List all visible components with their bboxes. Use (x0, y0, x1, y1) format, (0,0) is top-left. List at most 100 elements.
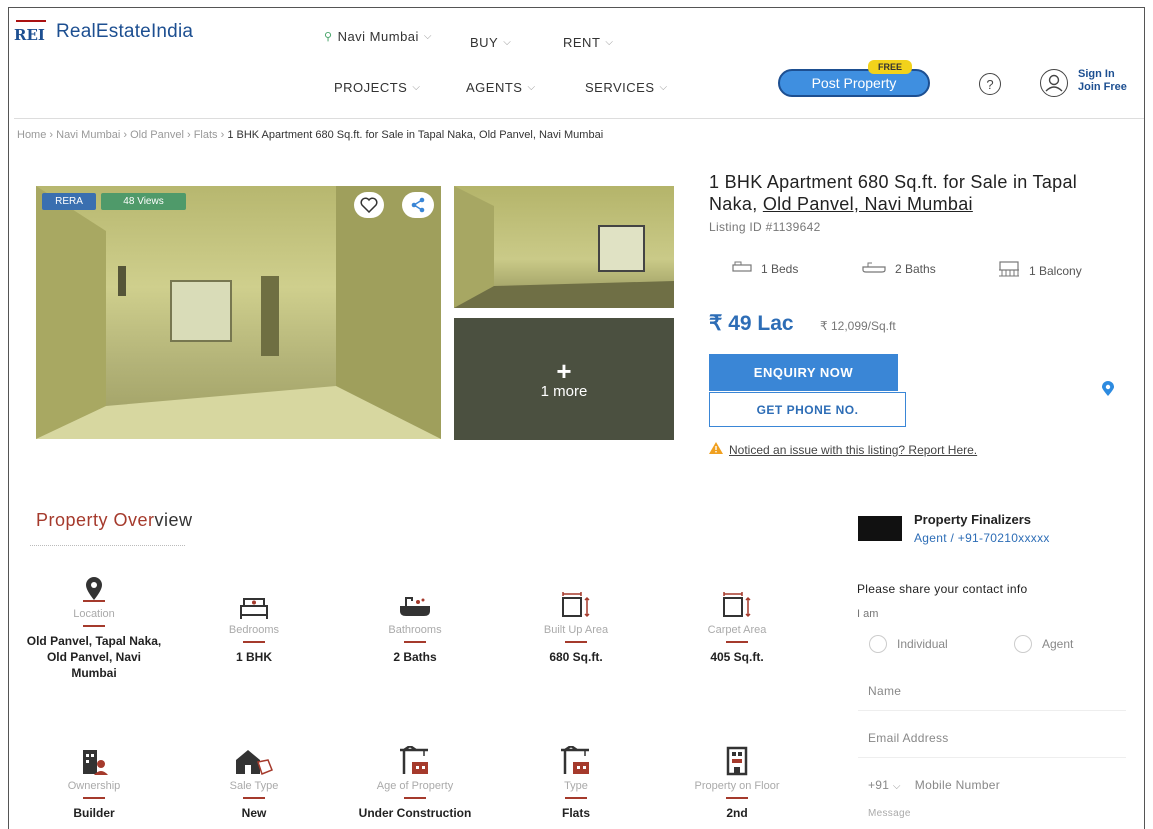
favorite-heart-icon[interactable] (354, 192, 384, 218)
breadcrumb-type[interactable]: Flats (194, 129, 218, 141)
chevron-down-icon: ⌵ (659, 82, 668, 93)
bed-icon (184, 586, 324, 620)
overview-label: Carpet Area (707, 624, 767, 636)
help-icon[interactable]: ? (979, 73, 1001, 95)
get-phone-button[interactable]: GET PHONE NO. (709, 392, 906, 427)
overview-value: 680 Sq.ft. (549, 650, 603, 664)
nav-agents[interactable]: AGENTS ⌵ (466, 80, 536, 95)
overview-built-up-area: Built Up Area 680 Sq.ft. (506, 586, 646, 665)
radio-agent[interactable]: Agent (1014, 635, 1073, 653)
logo-text: RealEstateIndia (56, 21, 194, 42)
more-photos-label: 1 more (540, 382, 588, 400)
overview-underline (404, 797, 426, 799)
overview-label: Ownership (67, 780, 121, 792)
message-field[interactable]: Message (868, 808, 911, 819)
overview-value: Flats (561, 806, 590, 820)
location-pin-icon: ⚲ (324, 31, 333, 43)
radio-agent-label: Agent (1042, 637, 1074, 651)
beds-feature: 1 Beds (732, 261, 798, 276)
location-label: Navi Mumbai (337, 29, 419, 44)
nav-buy[interactable]: BUY ⌵ (470, 35, 511, 50)
overview-underline (83, 625, 105, 627)
contact-prompt: Please share your contact info (857, 582, 1028, 596)
overview-underline (83, 797, 105, 799)
balcony-label: 1 Balcony (1029, 263, 1082, 278)
agent-logo (858, 516, 902, 541)
radio-individual-label: Individual (897, 637, 948, 651)
chevron-down-icon: ⌵ (892, 781, 901, 792)
breadcrumb-current: 1 BHK Apartment 680 Sq.ft. for Sale in T… (227, 129, 604, 141)
map-pin-icon[interactable] (1100, 381, 1116, 397)
construction-crane-icon (345, 742, 485, 776)
house-logo-icon: REI (14, 20, 48, 44)
auth-links[interactable]: Sign In Join Free (1078, 68, 1127, 94)
email-field[interactable]: Email Address (868, 731, 949, 745)
overview-title-part2: view (154, 510, 193, 530)
country-code-select[interactable]: +91 ⌵ (868, 778, 901, 792)
report-listing[interactable]: Noticed an issue with this listing? Repo… (709, 442, 977, 457)
radio-individual[interactable]: Individual (869, 635, 948, 653)
overview-bathrooms: Bathrooms 2 Baths (345, 586, 485, 665)
bathtub-icon (345, 586, 485, 620)
name-field[interactable]: Name (868, 684, 901, 698)
main-property-photo[interactable] (36, 186, 441, 439)
overview-underline (404, 641, 426, 643)
balcony-feature: 1 Balcony (998, 261, 1082, 280)
email-field-underline (858, 757, 1126, 758)
chevron-down-icon: ⌵ (412, 82, 421, 93)
overview-value: 2nd (726, 806, 748, 820)
overview-underline (565, 797, 587, 799)
breadcrumb-home[interactable]: Home (17, 129, 46, 141)
overview-value: New (241, 806, 267, 820)
mobile-field-row: +91 ⌵ Mobile Number (868, 778, 1000, 792)
balcony-icon (998, 261, 1020, 280)
listing-id: Listing ID #1139642 (709, 220, 821, 234)
overview-label: Sale Type (229, 780, 279, 792)
agent-phone: Agent / +91-70210xxxxx (914, 531, 1050, 545)
report-link[interactable]: Noticed an issue with this listing? Repo… (729, 443, 977, 457)
area-dimension-icon (667, 586, 807, 620)
listing-locality-link[interactable]: Old Panvel, Navi Mumbai (763, 194, 973, 214)
user-account-icon[interactable] (1040, 69, 1068, 97)
bathtub-icon (862, 261, 886, 276)
chevron-down-icon: ⌵ (503, 37, 512, 48)
overview-location: Location Old Panvel, Tapal Naka, Old Pan… (24, 570, 164, 681)
nav-rent-label: RENT (563, 35, 601, 50)
nav-services[interactable]: SERVICES ⌵ (585, 80, 668, 95)
location-marker-icon (24, 570, 164, 604)
plus-icon: + (556, 355, 572, 386)
listing-title: 1 BHK Apartment 680 Sq.ft. for Sale in T… (709, 171, 1129, 215)
join-free-link[interactable]: Join Free (1078, 81, 1127, 94)
radio-circle[interactable] (1014, 635, 1032, 653)
site-logo[interactable]: REI RealEstateIndia (14, 20, 193, 44)
share-icon[interactable] (402, 192, 434, 218)
nav-projects[interactable]: PROJECTS ⌵ (334, 80, 420, 95)
breadcrumb: Home › Navi Mumbai › Old Panvel › Flats … (17, 129, 604, 141)
chevron-down-icon: ⌵ (605, 37, 614, 48)
more-photos-tile[interactable]: + 1 more (454, 318, 674, 440)
overview-underline (726, 641, 748, 643)
overview-underline (243, 641, 265, 643)
breadcrumb-locality[interactable]: Old Panvel (130, 129, 184, 141)
views-badge: 48 Views (101, 193, 186, 210)
overview-sale-type: Sale Type New (184, 742, 324, 821)
nav-rent[interactable]: RENT ⌵ (563, 35, 613, 50)
price-per-sqft: ₹ 12,099/Sq.ft (820, 319, 896, 333)
agent-name[interactable]: Property Finalizers (914, 512, 1031, 527)
enquiry-now-button[interactable]: ENQUIRY NOW (709, 354, 898, 391)
overview-label: Built Up Area (543, 624, 609, 636)
overview-value: Under Construction (358, 806, 472, 820)
sign-in-link[interactable]: Sign In (1078, 68, 1127, 81)
overview-age-of-property: Age of Property Under Construction (345, 742, 485, 821)
property-overview-heading: Property Overview (36, 510, 193, 531)
overview-underline (565, 641, 587, 643)
breadcrumb-city[interactable]: Navi Mumbai (56, 129, 120, 141)
mobile-number-field[interactable]: Mobile Number (915, 778, 1000, 792)
overview-label: Bathrooms (388, 624, 442, 636)
free-badge: FREE (868, 60, 912, 74)
property-thumbnail-1[interactable] (454, 186, 674, 308)
location-selector[interactable]: ⚲ Navi Mumbai ⌵ (324, 29, 432, 44)
radio-circle[interactable] (869, 635, 887, 653)
overview-type: Type Flats (506, 742, 646, 821)
baths-feature: 2 Baths (862, 261, 936, 276)
